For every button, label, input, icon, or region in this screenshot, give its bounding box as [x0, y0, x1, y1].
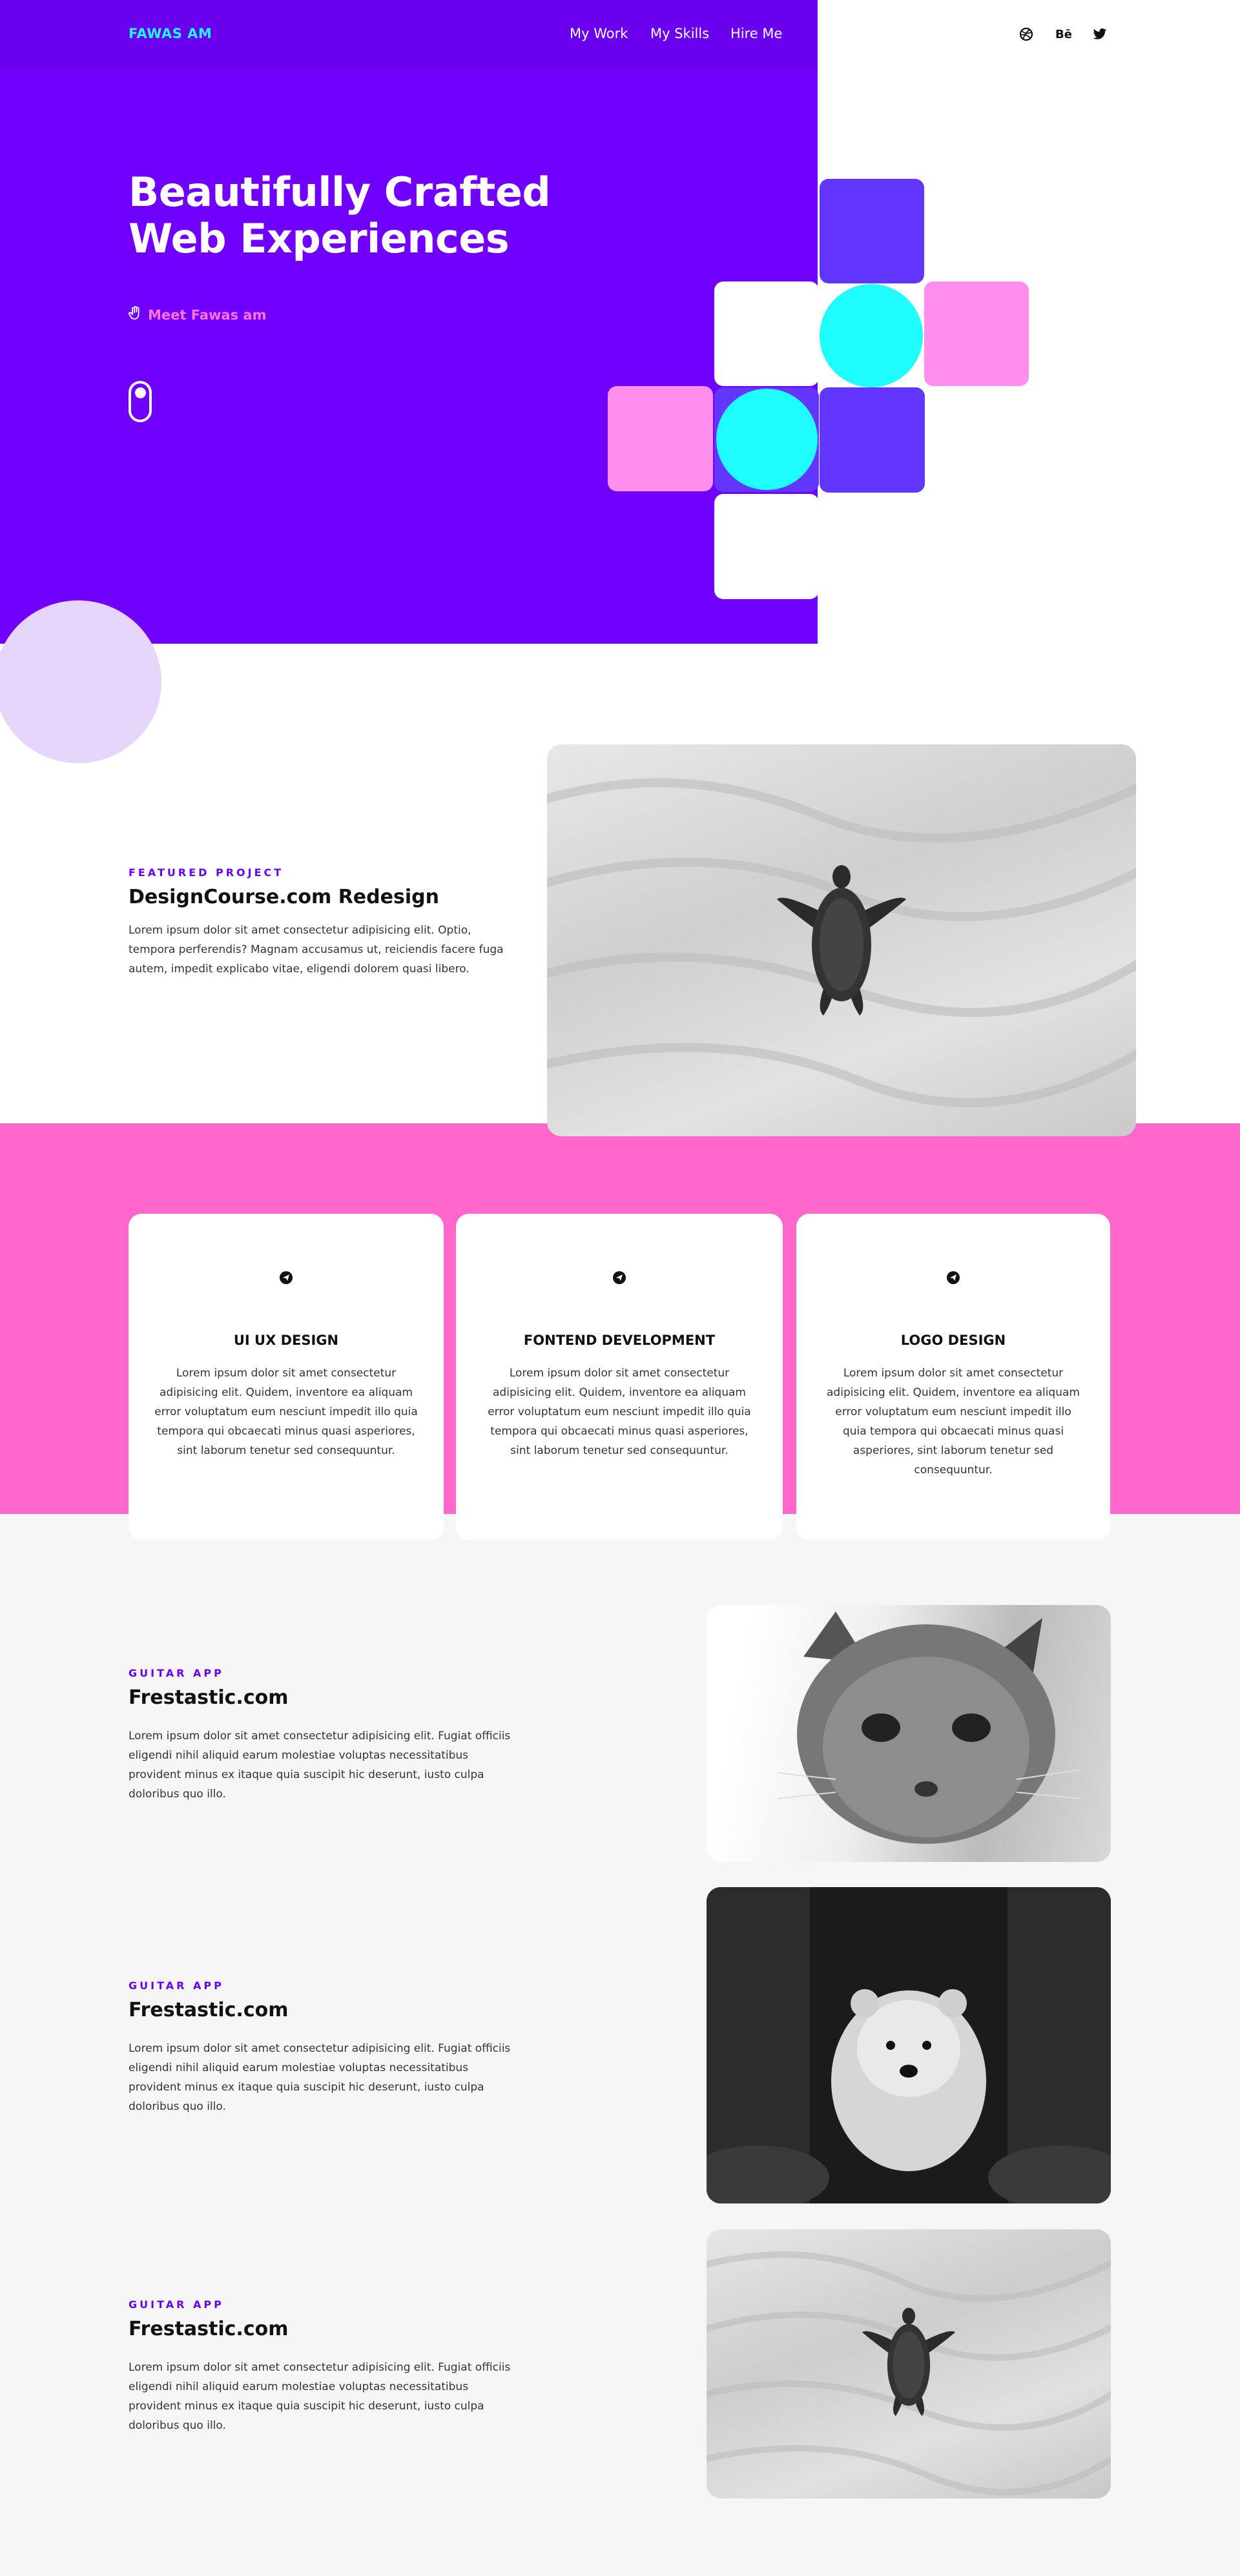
behance-icon[interactable]: Bē [1053, 23, 1075, 45]
project-title: Frestastic.com [129, 1999, 289, 2021]
nav-link-hire-me[interactable]: Hire Me [730, 26, 782, 41]
project-eyebrow: GUITAR APP [129, 1667, 224, 1679]
featured-description: Lorem ipsum dolor sit amet consectetur a… [129, 924, 504, 976]
decorative-lavender-circle [0, 600, 161, 763]
meet-fawas-link[interactable]: Meet Fawas am [129, 306, 266, 323]
service-title: FONTEND DEVELOPMENT [523, 1333, 716, 1348]
project-image[interactable] [707, 1605, 1111, 1862]
service-card-logo: LOGO DESIGN Lorem ipsum dolor sit amet c… [796, 1214, 1110, 1540]
cyan-circle [820, 284, 923, 387]
mouse-scroll-icon [129, 381, 152, 422]
service-title: LOGO DESIGN [900, 1333, 1006, 1348]
project-eyebrow: GUITAR APP [129, 1979, 224, 1992]
project-title: Frestastic.com [129, 1686, 289, 1709]
send-icon [280, 1271, 293, 1284]
featured-title: DesignCourse.com Redesign [129, 886, 439, 908]
indigo-tile [820, 387, 925, 493]
white-tile [714, 281, 819, 386]
meet-fawas-label: Meet Fawas am [148, 307, 267, 323]
project-eyebrow: GUITAR APP [129, 2298, 224, 2311]
project-title: Frestastic.com [129, 2318, 289, 2340]
white-tile [714, 494, 819, 599]
project-image[interactable] [707, 2229, 1111, 2499]
turtle-on-sand-photo [707, 2251, 1111, 2496]
pink-tile [608, 386, 713, 491]
indigo-tile [820, 179, 924, 283]
service-description: Lorem ipsum dolor sit amet consectetur a… [827, 1367, 1080, 1477]
nav-link-my-work[interactable]: My Work [570, 26, 628, 41]
project-description: Lorem ipsum dolor sit amet consectetur a… [129, 2042, 511, 2113]
waving-hand-icon [129, 306, 141, 323]
nav-link-my-skills[interactable]: My Skills [650, 26, 709, 41]
polar-bear-cub-photo [707, 1887, 1111, 2203]
service-description: Lorem ipsum dolor sit amet consectetur a… [154, 1367, 418, 1457]
hero-title: Beautifully Crafted Web Experiences [129, 169, 551, 262]
hero-section [0, 0, 818, 644]
send-icon [613, 1271, 626, 1284]
dribbble-icon[interactable] [1015, 23, 1037, 45]
kitten-photo [777, 1611, 1082, 1844]
turtle-on-sand-photo [547, 778, 1136, 1108]
service-description: Lorem ipsum dolor sit amet consectetur a… [488, 1367, 751, 1457]
featured-project-image[interactable] [547, 744, 1136, 1136]
service-card-ui-ux: UI UX DESIGN Lorem ipsum dolor sit amet … [129, 1214, 444, 1540]
twitter-icon[interactable] [1089, 23, 1111, 45]
project-description: Lorem ipsum dolor sit amet consectetur a… [129, 1730, 511, 1801]
project-image[interactable] [707, 1887, 1111, 2203]
site-logo[interactable]: FAWAS AM [129, 26, 212, 41]
service-title: UI UX DESIGN [233, 1333, 339, 1348]
service-card-frontend: FONTEND DEVELOPMENT Lorem ipsum dolor si… [456, 1214, 783, 1540]
project-description: Lorem ipsum dolor sit amet consectetur a… [129, 2361, 511, 2432]
featured-eyebrow: FEATURED PROJECT [129, 866, 284, 879]
cyan-circle [716, 389, 818, 490]
send-icon [947, 1271, 960, 1284]
pink-tile [924, 281, 1029, 386]
